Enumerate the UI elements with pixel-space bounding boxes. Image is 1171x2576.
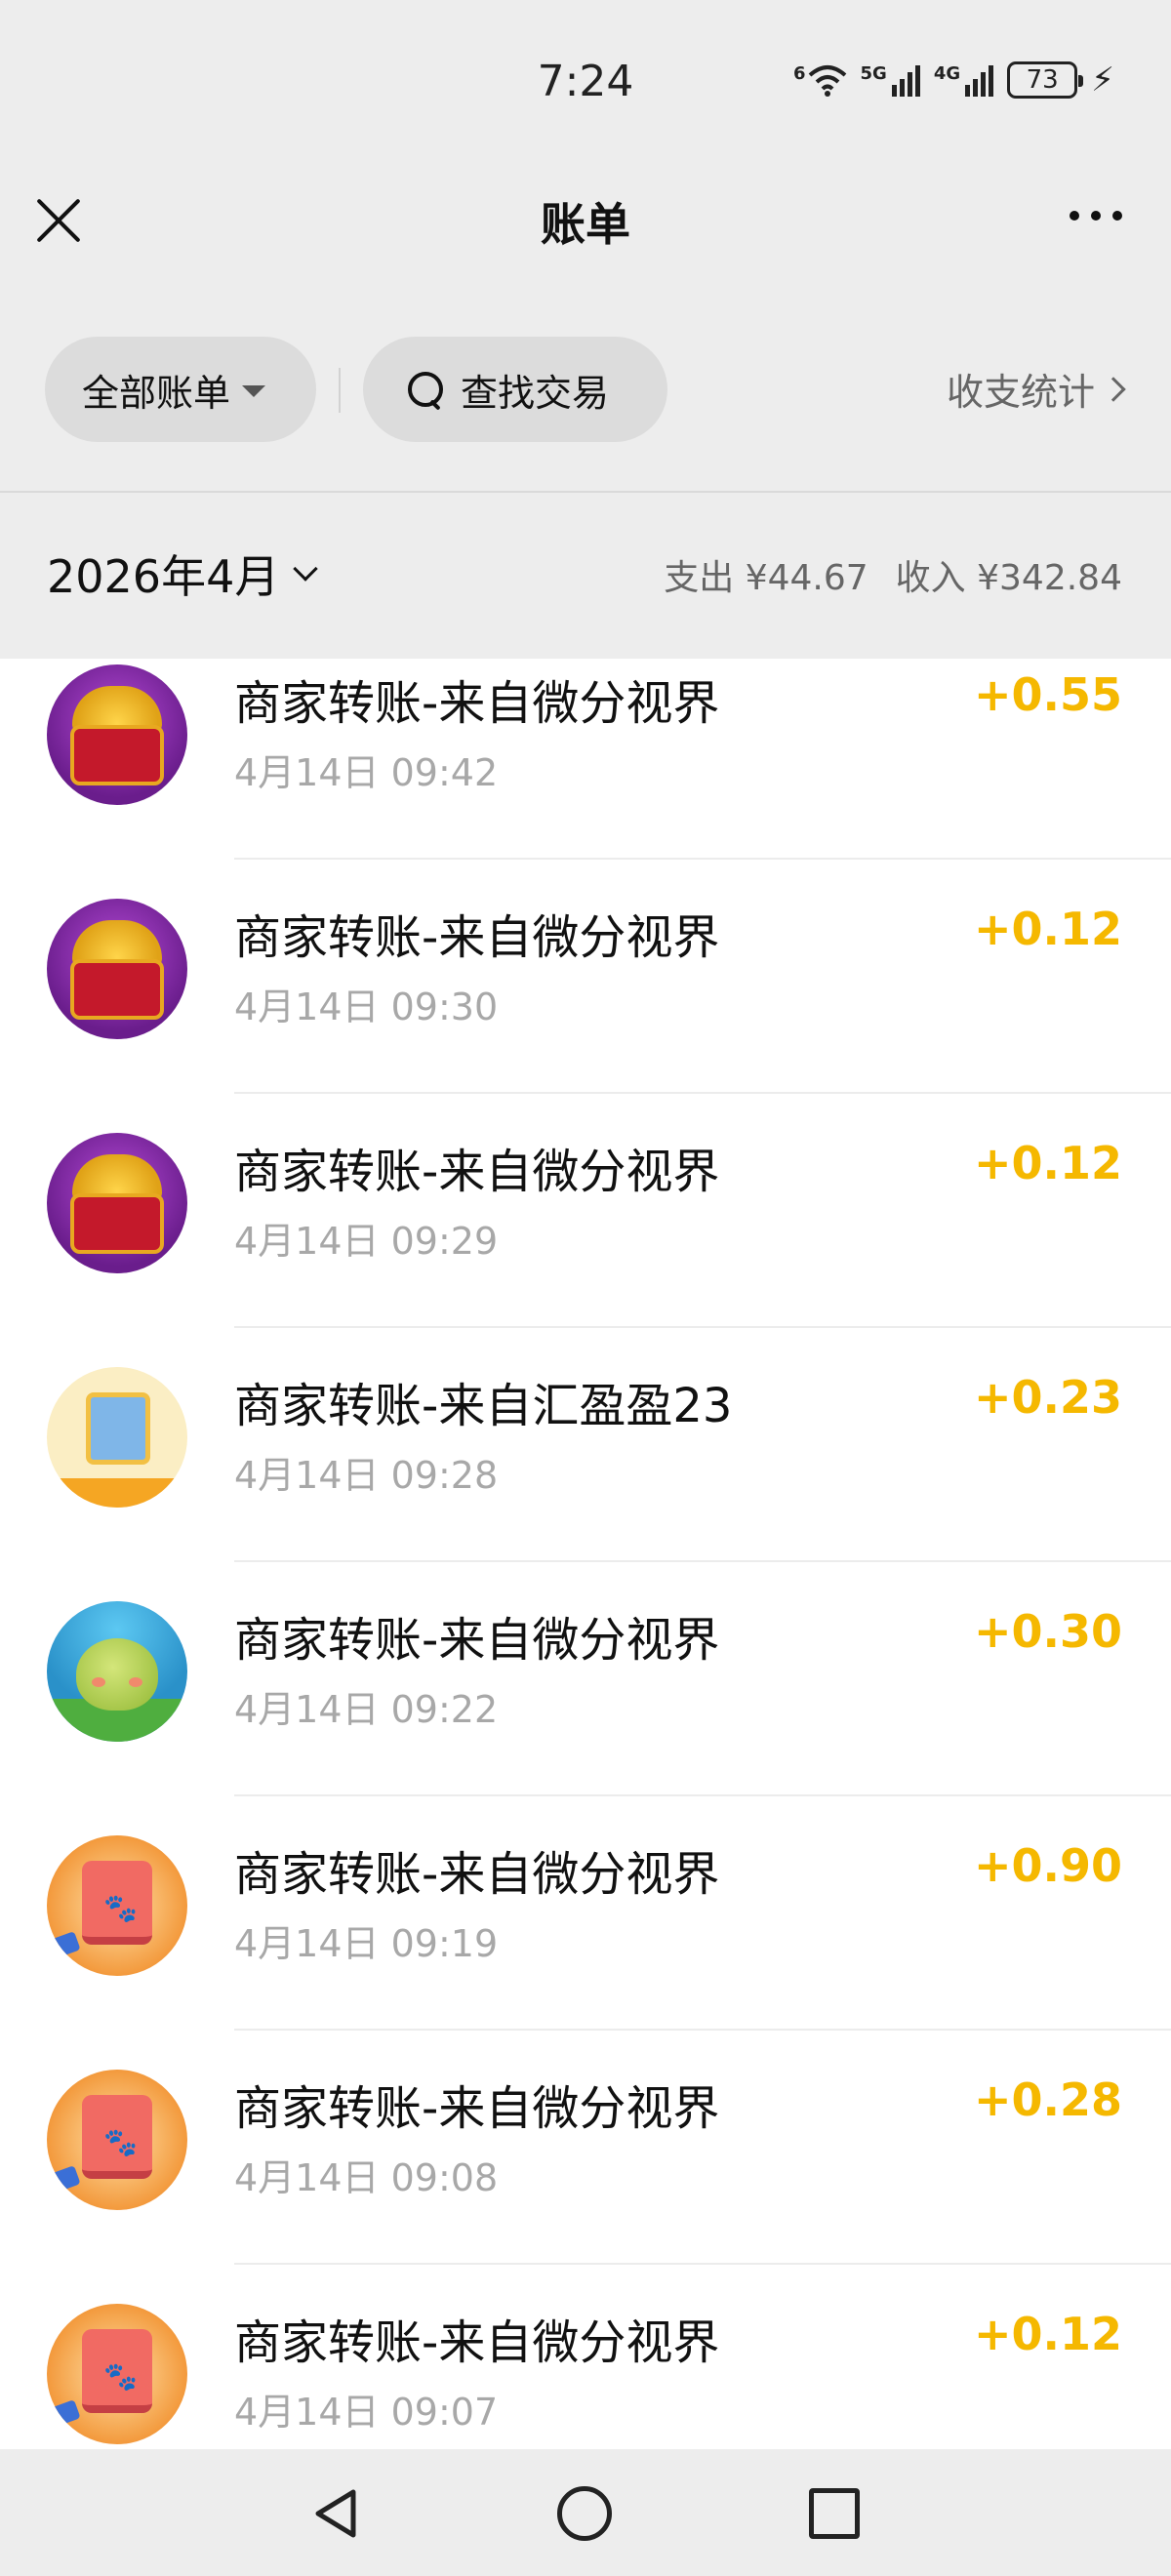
all-bills-dropdown[interactable]: 全部账单 bbox=[45, 337, 316, 442]
transaction-title: 商家转账-来自微分视界 bbox=[234, 2315, 720, 2370]
transaction-title: 商家转账-来自微分视界 bbox=[234, 2081, 720, 2136]
signal-4g-icon: 4G bbox=[933, 63, 994, 97]
wifi-label: 6 bbox=[792, 63, 806, 84]
search-label: 查找交易 bbox=[461, 371, 610, 415]
transaction-amount: +0.12 bbox=[973, 1137, 1122, 1189]
back-icon[interactable] bbox=[310, 2486, 365, 2541]
transaction-time: 4月14日 09:29 bbox=[234, 1220, 499, 1263]
header: 账单 bbox=[0, 166, 1171, 283]
battery-icon: 73 bbox=[1007, 61, 1084, 99]
transaction-amount: +0.90 bbox=[973, 1839, 1122, 1892]
transaction-amount: +0.28 bbox=[973, 2073, 1122, 2126]
status-icons: 6 5G 4G 73 ⚡ bbox=[793, 60, 1114, 100]
treasure-chest-avatar bbox=[47, 899, 187, 1039]
transaction-amount: +0.55 bbox=[973, 668, 1122, 721]
recent-apps-icon[interactable] bbox=[809, 2488, 860, 2539]
month-totals: 支出 ¥44.67 收入 ¥342.84 bbox=[664, 549, 1122, 600]
battery-level: 73 bbox=[1026, 65, 1059, 95]
month-selector[interactable]: 2026年4月 bbox=[47, 542, 319, 606]
system-nav-bar bbox=[0, 2449, 1171, 2576]
all-bills-label: 全部账单 bbox=[82, 371, 231, 415]
transaction-time: 4月14日 09:08 bbox=[234, 2156, 499, 2199]
transaction-time: 4月14日 09:28 bbox=[234, 1454, 499, 1497]
transaction-row[interactable]: 商家转账-来自微分视界 4月14日 09:30 +0.12 bbox=[0, 860, 1171, 1094]
income-total: 收入 ¥342.84 bbox=[895, 558, 1122, 598]
transaction-time: 4月14日 09:22 bbox=[234, 1688, 499, 1731]
book-avatar bbox=[47, 1367, 187, 1508]
transaction-row[interactable]: 商家转账-来自微分视界 4月14日 09:22 +0.30 bbox=[0, 1562, 1171, 1796]
transaction-title: 商家转账-来自汇盈盈23 bbox=[234, 1379, 733, 1433]
home-icon[interactable] bbox=[557, 2486, 612, 2541]
transaction-row[interactable]: 🐾 商家转账-来自微分视界 4月14日 09:07 +0.12 bbox=[0, 2265, 1171, 2449]
month-label: 2026年4月 bbox=[47, 550, 280, 603]
transaction-title: 商家转账-来自微分视界 bbox=[234, 676, 720, 731]
transaction-row[interactable]: 商家转账-来自微分视界 4月14日 09:42 +0.55 bbox=[0, 659, 1171, 860]
transaction-amount: +0.23 bbox=[973, 1371, 1122, 1424]
chevron-down-icon bbox=[293, 556, 319, 582]
expense-total: 支出 ¥44.67 bbox=[664, 558, 868, 598]
status-bar: 7:24 6 5G 4G 73 ⚡ bbox=[0, 0, 1171, 166]
transaction-time: 4月14日 09:42 bbox=[234, 751, 499, 794]
page-title: 账单 bbox=[541, 198, 630, 251]
transaction-row[interactable]: 商家转账-来自汇盈盈23 4月14日 09:28 +0.23 bbox=[0, 1328, 1171, 1562]
transaction-title: 商家转账-来自微分视界 bbox=[234, 1847, 720, 1902]
search-icon bbox=[406, 370, 445, 409]
more-icon[interactable] bbox=[1070, 211, 1122, 221]
lightning-bolt-icon: ⚡ bbox=[1091, 60, 1114, 100]
caret-down-icon bbox=[242, 385, 266, 397]
slime-avatar bbox=[47, 1601, 187, 1742]
chevron-right-icon bbox=[1101, 376, 1126, 402]
wifi-icon: 6 bbox=[793, 63, 847, 97]
signal-4g-label: 4G bbox=[933, 63, 961, 84]
transaction-title: 商家转账-来自微分视界 bbox=[234, 910, 720, 965]
transaction-list: 商家转账-来自微分视界 4月14日 09:42 +0.55 商家转账-来自微分视… bbox=[0, 659, 1171, 2449]
signal-5g-label: 5G bbox=[860, 63, 887, 84]
treasure-chest-avatar bbox=[47, 1133, 187, 1273]
treasure-chest-avatar bbox=[47, 664, 187, 805]
search-transactions-button[interactable]: 查找交易 bbox=[363, 337, 667, 442]
filter-divider bbox=[339, 368, 341, 413]
transaction-time: 4月14日 09:30 bbox=[234, 986, 499, 1028]
paw-tile-avatar: 🐾 bbox=[47, 2304, 187, 2444]
paw-tile-avatar: 🐾 bbox=[47, 2070, 187, 2210]
transaction-amount: +0.12 bbox=[973, 903, 1122, 955]
transaction-amount: +0.12 bbox=[973, 2308, 1122, 2360]
paw-tile-avatar: 🐾 bbox=[47, 1835, 187, 1976]
transaction-time: 4月14日 09:19 bbox=[234, 1922, 499, 1965]
transaction-title: 商家转账-来自微分视界 bbox=[234, 1145, 720, 1199]
transaction-time: 4月14日 09:07 bbox=[234, 2391, 499, 2434]
transaction-title: 商家转账-来自微分视界 bbox=[234, 1613, 720, 1668]
transaction-row[interactable]: 🐾 商家转账-来自微分视界 4月14日 09:19 +0.90 bbox=[0, 1796, 1171, 2031]
month-summary-row: 2026年4月 支出 ¥44.67 收入 ¥342.84 bbox=[0, 493, 1171, 659]
transaction-row[interactable]: 商家转账-来自微分视界 4月14日 09:29 +0.12 bbox=[0, 1094, 1171, 1328]
transaction-amount: +0.30 bbox=[973, 1605, 1122, 1658]
transaction-row[interactable]: 🐾 商家转账-来自微分视界 4月14日 09:08 +0.28 bbox=[0, 2031, 1171, 2265]
filter-bar: 全部账单 查找交易 收支统计 bbox=[0, 337, 1171, 444]
signal-5g-icon: 5G bbox=[861, 63, 920, 97]
stats-label: 收支统计 bbox=[946, 371, 1095, 414]
income-expense-stats-link[interactable]: 收支统计 bbox=[946, 362, 1126, 416]
